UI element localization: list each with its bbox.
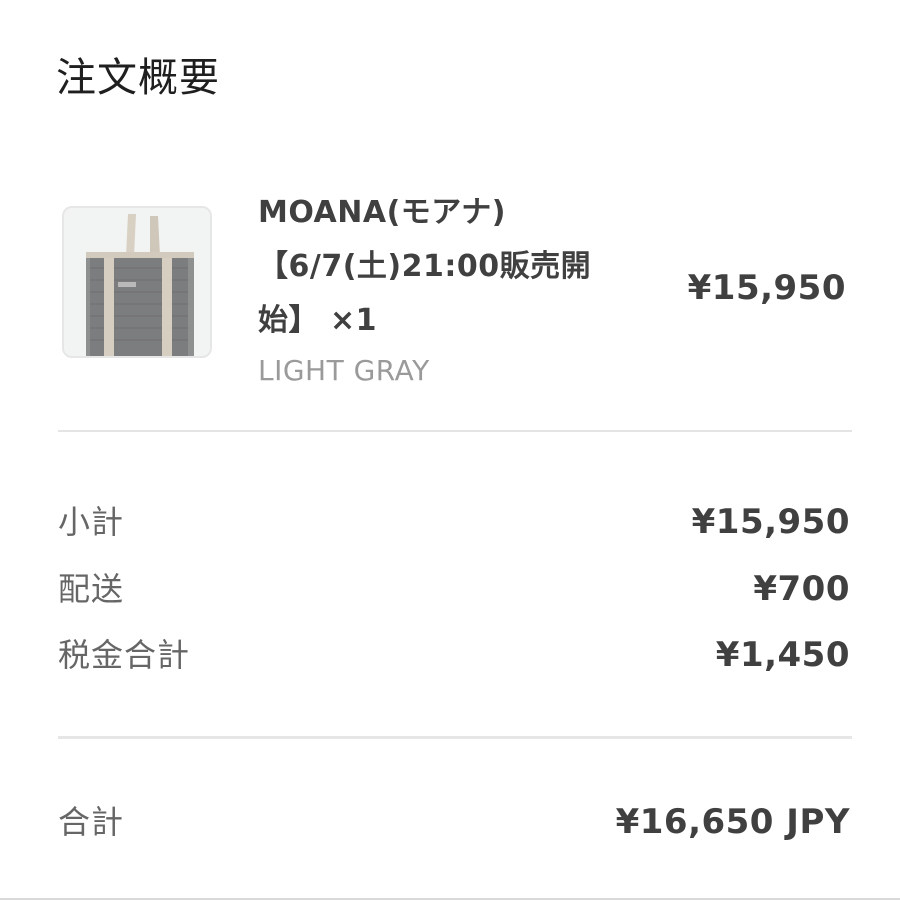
subtotal-label: 小計 (58, 503, 125, 541)
subtotal-row: 小計 ¥15,950 (58, 497, 850, 547)
divider (58, 430, 852, 432)
product-price: ¥15,950 (687, 268, 846, 308)
total-label: 合計 (58, 803, 125, 841)
product-title-line: 始】 ×1 (258, 303, 377, 338)
divider (58, 736, 852, 739)
total-value: ¥16,650 JPY (615, 802, 850, 842)
page-title: 注文概要 (56, 55, 220, 101)
product-title[interactable]: MOANA(モアナ) 【6/7(土)21:00販売開 始】 ×1 (258, 186, 658, 348)
tax-row: 税金合計 ¥1,450 (58, 630, 850, 680)
total-row: 合計 ¥16,650 JPY (58, 797, 850, 847)
shipping-label: 配送 (58, 570, 125, 608)
tax-label: 税金合計 (58, 636, 191, 674)
product-title-line: 【6/7(土)21:00販売開 (258, 249, 592, 284)
product-info: MOANA(モアナ) 【6/7(土)21:00販売開 始】 ×1 LIGHT G… (258, 186, 658, 394)
tax-value: ¥1,450 (715, 635, 850, 675)
tote-bag-icon (64, 208, 210, 356)
product-thumbnail[interactable] (62, 206, 212, 358)
subtotal-value: ¥15,950 (691, 502, 850, 542)
shipping-value: ¥700 (753, 569, 850, 609)
order-line-item[interactable]: MOANA(モアナ) 【6/7(土)21:00販売開 始】 ×1 LIGHT G… (58, 180, 850, 400)
shipping-row: 配送 ¥700 (58, 564, 850, 614)
product-variant: LIGHT GRAY (258, 354, 430, 387)
product-title-line: MOANA(モアナ) (258, 195, 506, 230)
